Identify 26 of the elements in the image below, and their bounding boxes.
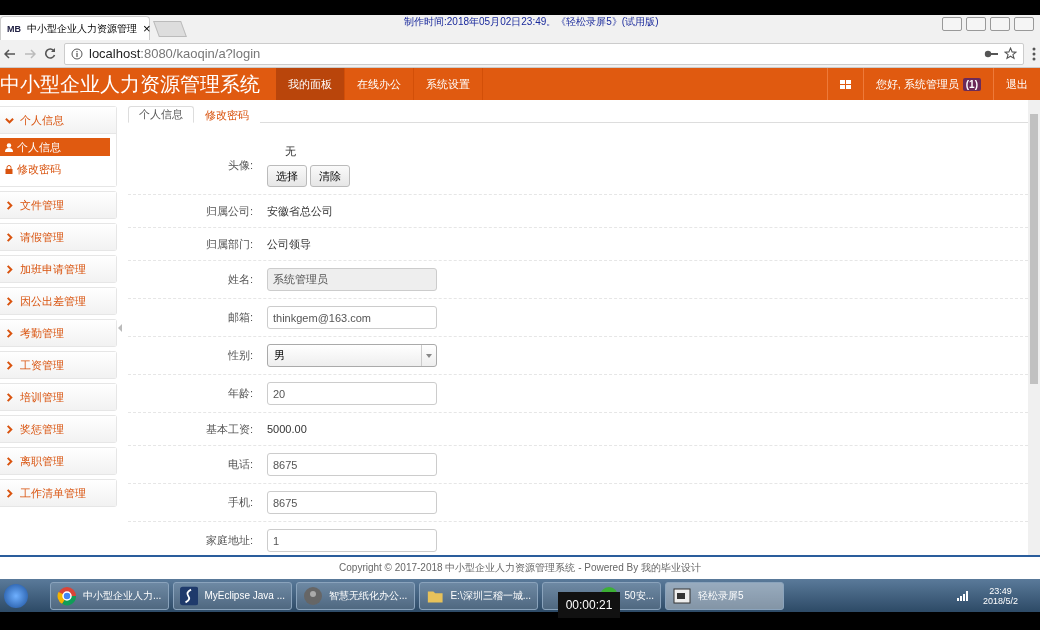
footer-copyright: Copyright © 2017-2018 中小型企业人力资源管理系统 - Powered By 我的毕业设计 bbox=[339, 561, 701, 575]
field-label: 年龄: bbox=[226, 386, 253, 401]
recorder-caption: 制作时间:2018年05月02日23:49。《轻松录屏5》(试用版) bbox=[404, 15, 659, 29]
field-label: 头像: bbox=[226, 158, 253, 173]
field-label: 归属部门: bbox=[204, 236, 253, 252]
field-label: 邮箱: bbox=[226, 310, 253, 325]
field-value: 无 bbox=[284, 144, 297, 159]
notification-badge: (1) bbox=[962, 77, 981, 91]
tab-logo: MB bbox=[7, 23, 21, 34]
recording-timer-toast: 00:00:21 bbox=[558, 592, 620, 618]
field-label: 归属公司: bbox=[204, 203, 253, 219]
clock-time: 23:49 bbox=[989, 585, 1012, 596]
field-label: 电话: bbox=[226, 457, 253, 472]
url-path: :8080/kaoqin/a?login bbox=[140, 46, 261, 61]
app-title: 中小型企业人力资源管理系统 bbox=[0, 71, 261, 97]
field-label: 性别: bbox=[226, 348, 253, 363]
field-label: 基本工资: bbox=[204, 421, 253, 437]
field-label: 家庭地址: bbox=[204, 533, 253, 548]
field-label: 姓名: bbox=[226, 272, 253, 287]
field-value: 5000.00 bbox=[267, 423, 307, 435]
url-host: localhost bbox=[89, 46, 141, 61]
field-value: 安徽省总公司 bbox=[267, 204, 333, 217]
field-value: 公司领导 bbox=[267, 237, 311, 250]
clock-date: 2018/5/2 bbox=[982, 595, 1018, 606]
field-label: 手机: bbox=[226, 495, 253, 510]
tab-title: 中小型企业人力资源管理 bbox=[27, 21, 137, 36]
